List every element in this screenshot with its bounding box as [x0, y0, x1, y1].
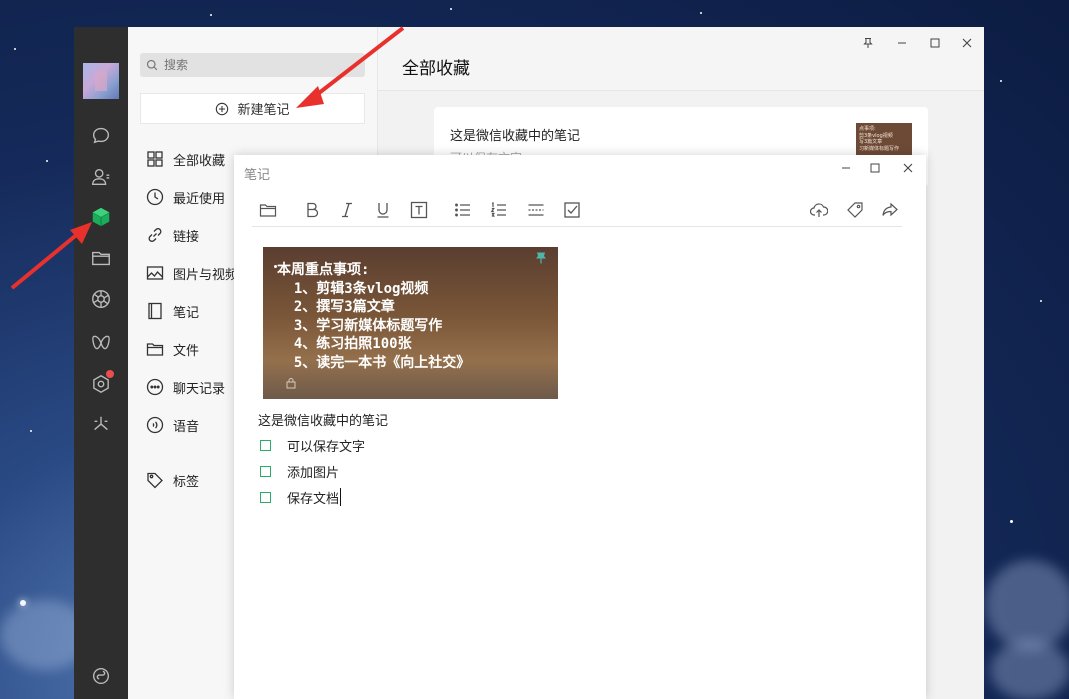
arrow-to-new-note: [296, 26, 405, 108]
annotation-arrows: [10, 26, 405, 290]
arrow-to-favorites-icon: [10, 222, 92, 290]
